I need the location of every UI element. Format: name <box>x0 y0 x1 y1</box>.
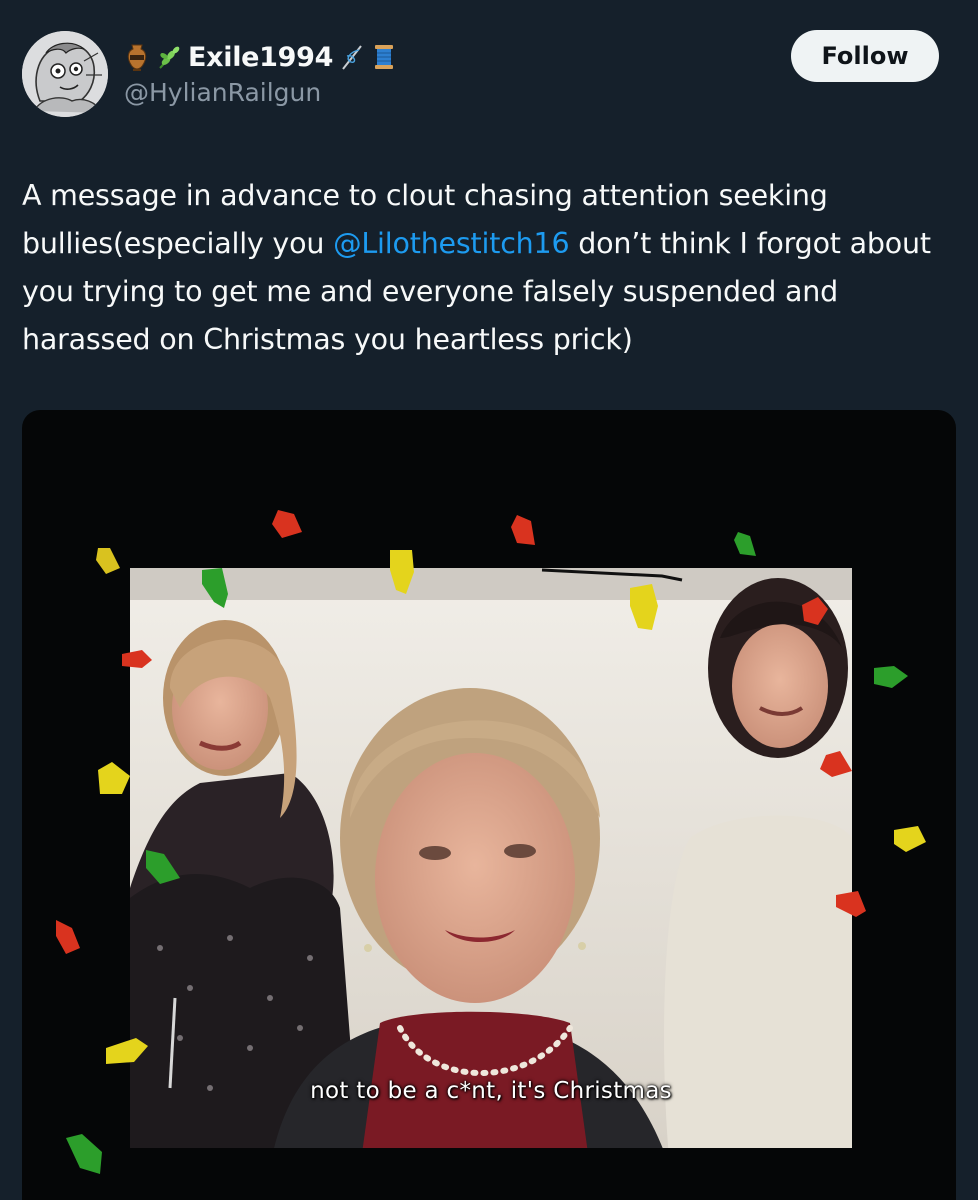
display-name[interactable]: Exile1994 <box>188 42 333 73</box>
video-scene-image <box>130 568 852 1148</box>
video-frame: not to be a c*nt, it's Christmas <box>130 568 852 1148</box>
tweet-text: A message in advance to clout chasing at… <box>22 172 952 364</box>
needle-thread-icon <box>339 42 365 72</box>
author-handle[interactable]: @HylianRailgun <box>124 78 321 107</box>
follow-button[interactable]: Follow <box>791 30 939 82</box>
tweet-media-video[interactable]: not to be a c*nt, it's Christmas <box>22 410 956 1200</box>
avatar-illustration <box>22 31 108 117</box>
spool-icon <box>371 42 397 72</box>
author-name-row[interactable]: Exile1994 <box>124 38 397 76</box>
mention-link[interactable]: @Lilothestitch16 <box>333 227 570 260</box>
video-caption: not to be a c*nt, it's Christmas <box>310 1078 672 1104</box>
tweet-page: Exile1994 @HylianRailgun Follow A messag… <box>0 0 978 1200</box>
amphora-icon <box>124 42 150 72</box>
herb-icon <box>156 42 182 72</box>
avatar[interactable] <box>22 31 108 117</box>
